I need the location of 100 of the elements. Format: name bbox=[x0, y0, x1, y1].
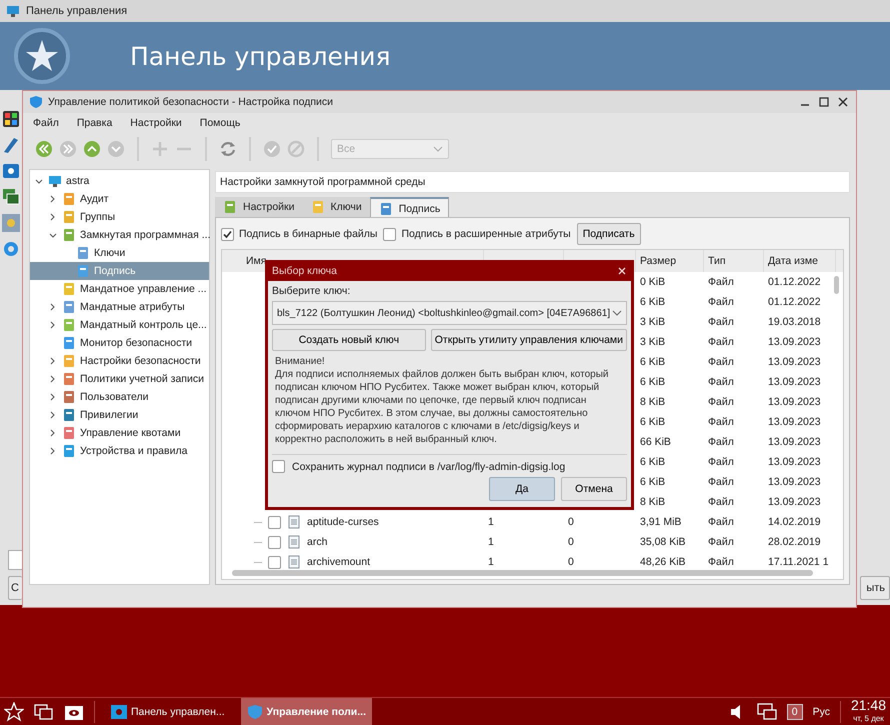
sign-button[interactable]: Подписать bbox=[576, 223, 641, 245]
close-icon[interactable] bbox=[617, 266, 627, 276]
taskbar-task[interactable]: Управление поли... bbox=[240, 698, 372, 725]
star-gear-icon bbox=[14, 28, 70, 84]
table-cell: 13.09.2023 bbox=[768, 356, 821, 368]
refresh-icon[interactable] bbox=[219, 140, 237, 158]
table-cell: 13.09.2023 bbox=[768, 336, 821, 348]
table-cell: 6 KiB bbox=[640, 456, 666, 468]
notification-count[interactable]: 0 bbox=[786, 704, 803, 720]
tab[interactable]: Ключи bbox=[302, 197, 370, 217]
table-cell: 6 KiB bbox=[640, 376, 666, 388]
checkbox[interactable] bbox=[272, 460, 285, 473]
row-checkbox[interactable] bbox=[268, 556, 281, 568]
item-icon bbox=[62, 426, 76, 440]
network-display-icon[interactable] bbox=[756, 702, 777, 722]
section-title: Настройки замкнутой программной среды bbox=[215, 171, 850, 193]
table-cell: 0 bbox=[568, 516, 574, 528]
tree-item[interactable]: Пользователи bbox=[30, 388, 209, 406]
tree-item[interactable]: astra bbox=[30, 172, 209, 190]
column-header[interactable]: Дата изме bbox=[768, 255, 818, 267]
right-button[interactable]: ыть bbox=[860, 576, 890, 600]
column-header[interactable]: Тип bbox=[708, 255, 726, 267]
table-cell: 3,91 MiB bbox=[640, 516, 682, 528]
monitor-icon bbox=[6, 4, 20, 18]
horizontal-scrollbar[interactable] bbox=[232, 570, 813, 576]
shield-icon bbox=[246, 704, 263, 720]
open-key-utility-button[interactable]: Открыть утилиту управления ключами bbox=[430, 329, 627, 351]
pen-icon bbox=[2, 136, 20, 154]
tree-item[interactable]: Мандатное управление ... bbox=[30, 280, 209, 298]
column-header[interactable]: Имя bbox=[246, 255, 266, 267]
table-cell: Файл bbox=[708, 416, 734, 428]
table-cell: 1 bbox=[488, 536, 494, 548]
menu-item[interactable]: Правка bbox=[76, 117, 112, 129]
keyboard-layout[interactable]: Рус bbox=[812, 706, 830, 718]
tab-icon bbox=[310, 200, 324, 214]
tree-item[interactable]: Группы bbox=[30, 208, 209, 226]
tree-item[interactable]: Управление квотами bbox=[30, 424, 209, 442]
table-cell: 3 KiB bbox=[640, 336, 666, 348]
clock[interactable]: 21:48 чт, 5 дек bbox=[850, 698, 886, 725]
table-cell: 0 KiB bbox=[640, 276, 666, 288]
file-name: aptitude-curses bbox=[307, 516, 379, 528]
column-header[interactable]: Размер bbox=[640, 255, 676, 267]
input-field[interactable] bbox=[8, 550, 22, 570]
table-cell: Файл bbox=[708, 316, 734, 328]
item-icon bbox=[62, 390, 76, 404]
checkbox[interactable] bbox=[221, 228, 234, 240]
tree-item[interactable]: Политики учетной записи bbox=[30, 370, 209, 388]
key-dropdown[interactable]: bls_7122 (Болтушкин Леонид) <boltushkinleo@gmail.com> [04E7A96861] bbox=[272, 301, 627, 325]
tree-item[interactable]: Мандатные атрибуты bbox=[30, 298, 209, 316]
ok-button[interactable]: Да bbox=[489, 477, 555, 501]
table-cell: 13.09.2023 bbox=[768, 396, 821, 408]
row-checkbox[interactable] bbox=[268, 536, 281, 548]
dialog-title: Выбор ключа bbox=[272, 265, 337, 277]
app-grid-icon bbox=[2, 110, 20, 128]
table-cell: 19.03.2018 bbox=[768, 316, 821, 328]
item-icon bbox=[62, 282, 76, 296]
table-cell: 28.02.2019 bbox=[768, 536, 821, 548]
left-button[interactable]: С bbox=[8, 576, 22, 600]
warning-title: Внимание! bbox=[275, 355, 326, 368]
table-cell: 6 KiB bbox=[640, 416, 666, 428]
vertical-scrollbar[interactable] bbox=[834, 276, 839, 294]
table-cell: 6 KiB bbox=[640, 476, 666, 488]
table-cell: Файл bbox=[708, 536, 734, 548]
tree-item[interactable]: Настройки безопасности bbox=[30, 352, 209, 370]
maximize-icon[interactable] bbox=[817, 95, 831, 109]
table-cell: 13.09.2023 bbox=[768, 416, 821, 428]
item-icon bbox=[62, 444, 76, 458]
tab[interactable]: Подпись bbox=[370, 197, 450, 219]
item-icon bbox=[76, 246, 90, 260]
menu-item[interactable]: Файл bbox=[33, 117, 59, 129]
item-icon bbox=[62, 192, 76, 206]
table-cell: Файл bbox=[708, 396, 734, 408]
item-icon bbox=[62, 318, 76, 332]
tree-item[interactable]: Мандатный контроль це... bbox=[30, 316, 209, 334]
windows-icon[interactable] bbox=[34, 702, 54, 722]
star-icon[interactable] bbox=[4, 702, 24, 722]
close-icon[interactable] bbox=[836, 95, 850, 109]
window-title: Панель управления bbox=[26, 5, 128, 17]
tree-item[interactable]: Замкнутая программная ... bbox=[30, 226, 209, 244]
cancel-button[interactable]: Отмена bbox=[561, 477, 627, 501]
table-cell: 13.09.2023 bbox=[768, 476, 821, 488]
row-checkbox[interactable] bbox=[268, 516, 281, 528]
window-title: Управление политикой безопасности - Настройка подписи bbox=[48, 96, 334, 108]
menu-item[interactable]: Помощь bbox=[200, 117, 240, 129]
menu-item[interactable]: Настройки bbox=[130, 117, 182, 129]
item-icon bbox=[62, 336, 76, 350]
tree-item[interactable]: Привилегии bbox=[30, 406, 209, 424]
taskbar-task[interactable]: Панель управлен... bbox=[105, 698, 231, 725]
checkbox[interactable] bbox=[383, 228, 396, 240]
tab[interactable]: Настройки bbox=[215, 197, 302, 217]
table-cell: 48,26 KiB bbox=[640, 556, 686, 568]
tree-item[interactable]: Ключи bbox=[30, 244, 209, 262]
shield-icon bbox=[29, 95, 43, 109]
banner-title: Панель управления bbox=[130, 42, 391, 70]
tree-item[interactable]: Устройства и правила bbox=[30, 442, 209, 460]
checkbox-label: Сохранить журнал подписи в /var/log/fly-admin-digsig.log bbox=[292, 460, 566, 472]
caret-icon bbox=[612, 308, 622, 318]
tree-item[interactable]: Аудит bbox=[30, 190, 209, 208]
create-key-button[interactable]: Создать новый ключ bbox=[272, 329, 426, 351]
tree-item[interactable]: Монитор безопасности bbox=[30, 334, 209, 352]
